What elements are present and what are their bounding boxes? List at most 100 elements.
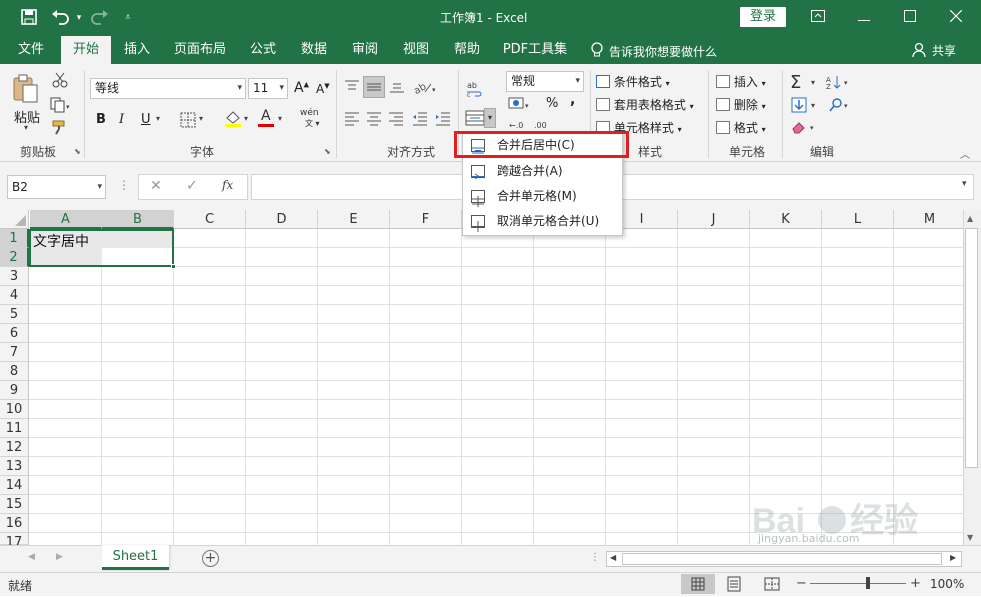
enter-icon[interactable]: ✓ (186, 178, 198, 194)
column-header-l[interactable]: L (822, 210, 894, 229)
italic-button[interactable]: I (119, 112, 124, 127)
autosum-icon[interactable]: Σ (790, 72, 801, 93)
fill-color-icon[interactable] (224, 110, 242, 128)
page-layout-view-icon[interactable] (726, 576, 742, 592)
wrap-text-icon[interactable]: ab c (466, 80, 484, 99)
paste-dropdown-icon[interactable]: ▾ (24, 123, 28, 132)
fill-handle[interactable] (171, 264, 176, 269)
unmerge-cells-item[interactable]: 取消单元格合并(U) (463, 209, 622, 234)
column-header-b[interactable]: B (102, 210, 174, 229)
column-header-e[interactable]: E (318, 210, 390, 229)
conditional-formatting-button[interactable]: 条件格式 ▾ (596, 73, 670, 90)
orientation-icon[interactable]: ab ▾ (412, 78, 437, 97)
column-header-a[interactable]: A (30, 210, 102, 229)
tab-page-layout[interactable]: 页面布局 (166, 36, 234, 64)
name-box-dropdown-icon[interactable]: ▾ (97, 176, 102, 198)
fill-down-icon[interactable] (791, 97, 807, 113)
accounting-format-icon[interactable]: ▾ (508, 96, 532, 112)
cut-icon[interactable] (52, 72, 68, 88)
row-header-9[interactable]: 9 (0, 381, 29, 400)
row-header-17[interactable]: 17 (0, 533, 29, 550)
font-name-dropdown-icon[interactable]: ▾ (237, 79, 242, 98)
font-color-icon[interactable]: A (258, 108, 274, 128)
shrink-font-button[interactable]: A▼ (316, 82, 330, 96)
undo-dropdown-icon[interactable]: ▾ (74, 9, 84, 27)
autosum-dropdown-icon[interactable]: ▾ (811, 78, 815, 87)
align-center-icon[interactable] (366, 112, 382, 126)
scroll-up-icon[interactable]: ▲ (967, 214, 973, 223)
insert-cells-button[interactable]: 插入 ▾ (716, 73, 766, 90)
tab-pdf-tools[interactable]: PDF工具集 (500, 36, 570, 64)
top-align-icon[interactable] (344, 80, 360, 94)
row-header-6[interactable]: 6 (0, 324, 29, 343)
next-sheet-icon[interactable]: ▶ (56, 552, 63, 562)
row-header-4[interactable]: 4 (0, 286, 29, 305)
close-icon[interactable] (933, 0, 979, 34)
select-all-button[interactable] (0, 210, 29, 229)
font-size-dropdown-icon[interactable]: ▾ (279, 79, 284, 98)
font-size-select[interactable]: 11 ▾ (248, 78, 288, 99)
clear-icon[interactable]: ▾ (791, 120, 819, 134)
tab-home[interactable]: 开始 (61, 36, 111, 64)
tab-view[interactable]: 视图 (393, 36, 439, 64)
tell-me-search[interactable]: 告诉我你想要做什么 (609, 43, 717, 60)
underline-button[interactable]: U (141, 112, 151, 127)
merge-dropdown-button[interactable]: ▾ (484, 108, 496, 128)
horizontal-scroll-thumb[interactable] (622, 553, 942, 565)
zoom-slider-thumb[interactable] (865, 577, 870, 589)
row-header-7[interactable]: 7 (0, 343, 29, 362)
minimize-icon[interactable] (841, 0, 887, 34)
number-format-dropdown-icon[interactable]: ▾ (575, 72, 580, 91)
format-as-table-button[interactable]: 套用表格格式 ▾ (596, 96, 694, 113)
row-header-13[interactable]: 13 (0, 457, 29, 476)
comma-style-button[interactable]: , (570, 92, 575, 108)
row-header-11[interactable]: 11 (0, 419, 29, 438)
cell-a1[interactable]: 文字居中 (33, 231, 89, 251)
merge-center-icon[interactable] (465, 110, 485, 126)
font-color-dropdown-icon[interactable]: ▾ (278, 114, 282, 123)
percent-button[interactable]: % (546, 96, 558, 111)
column-header-k[interactable]: K (750, 210, 822, 229)
share-button[interactable]: 共享 (932, 42, 956, 59)
cancel-icon[interactable]: ✕ (150, 178, 162, 194)
row-header-16[interactable]: 16 (0, 514, 29, 533)
tab-review[interactable]: 审阅 (342, 36, 388, 64)
tab-data[interactable]: 数据 (291, 36, 337, 64)
decrease-decimal-icon[interactable]: .00 (534, 118, 556, 130)
row-header-12[interactable]: 12 (0, 438, 29, 457)
copy-icon[interactable]: ▾ (50, 97, 72, 113)
split-handle-icon[interactable]: ⋮ (590, 552, 600, 563)
scroll-down-icon[interactable]: ▼ (967, 533, 973, 542)
scroll-left-icon[interactable]: ◀ (610, 553, 616, 562)
phonetic-guide-button[interactable]: wén (300, 108, 319, 118)
fill-color-dropdown-icon[interactable]: ▾ (244, 114, 248, 123)
vertical-scroll-thumb[interactable] (965, 228, 978, 468)
maximize-icon[interactable] (887, 0, 933, 34)
sort-filter-icon[interactable]: A Z ▾ (826, 74, 854, 91)
middle-align-icon[interactable] (363, 76, 385, 98)
underline-dropdown-icon[interactable]: ▾ (156, 114, 160, 123)
new-sheet-icon[interactable]: + (202, 550, 219, 567)
increase-indent-icon[interactable] (435, 112, 451, 126)
zoom-slider[interactable] (810, 583, 906, 584)
name-box[interactable]: B2 ▾ (7, 175, 106, 199)
sheet-tab-sheet1[interactable]: Sheet1 (102, 545, 169, 570)
row-header-3[interactable]: 3 (0, 267, 29, 286)
redo-icon[interactable] (88, 9, 110, 27)
bold-button[interactable]: B (96, 112, 106, 127)
ribbon-display-icon[interactable] (795, 0, 841, 34)
font-name-select[interactable]: 等线 ▾ (90, 78, 246, 99)
scroll-right-icon[interactable]: ▶ (950, 553, 956, 562)
expand-formula-bar-icon[interactable]: ▾ (962, 179, 967, 189)
increase-decimal-icon[interactable]: ←.0 (509, 118, 531, 130)
merge-across-item[interactable]: 跨越合并(A) (463, 159, 622, 184)
align-right-icon[interactable] (388, 112, 404, 126)
delete-cells-button[interactable]: 删除 ▾ (716, 96, 766, 113)
borders-dropdown-icon[interactable]: ▾ (199, 114, 203, 123)
grow-font-button[interactable]: A▲ (294, 80, 309, 96)
clipboard-launcher-icon[interactable]: ⬊ (74, 147, 81, 156)
tab-formulas[interactable]: 公式 (240, 36, 286, 64)
column-header-m[interactable]: M (894, 210, 966, 229)
bottom-align-icon[interactable] (389, 80, 405, 94)
format-cells-button[interactable]: 格式 ▾ (716, 119, 766, 136)
